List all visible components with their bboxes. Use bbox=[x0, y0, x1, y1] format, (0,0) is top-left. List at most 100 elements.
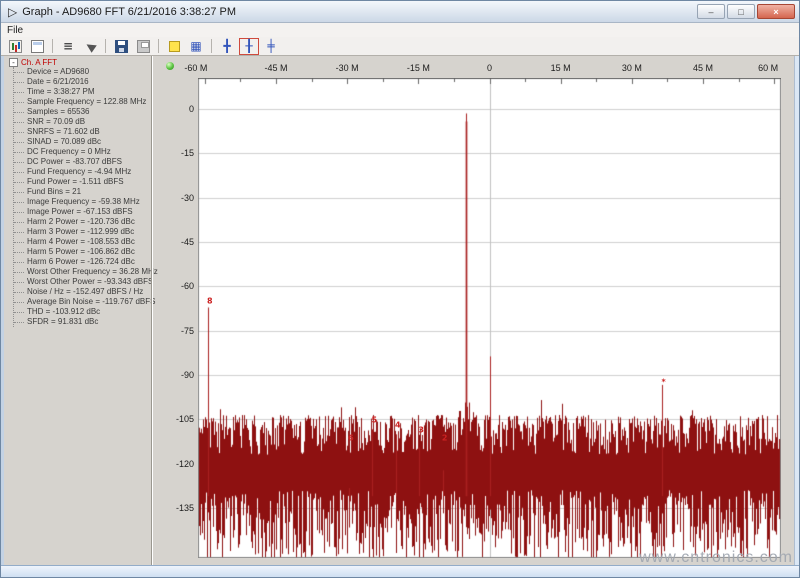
y-axis-tick-label: -60 bbox=[154, 281, 194, 291]
x-axis-tick-label: -60 M bbox=[184, 63, 207, 73]
separator-2 bbox=[105, 39, 106, 53]
watermark: www.cntronics.com bbox=[639, 549, 793, 567]
close-button[interactable]: × bbox=[757, 4, 795, 19]
y-axis-tick-label: -135 bbox=[154, 503, 194, 513]
y-axis-tick-label: -75 bbox=[154, 326, 194, 336]
tree-collapse-icon[interactable]: - bbox=[9, 58, 18, 67]
tree-item[interactable]: Image Frequency = -59.38 MHz bbox=[14, 197, 150, 207]
list-icon-glyph: ≡ bbox=[63, 40, 73, 52]
tree-item[interactable]: Harm 3 Power = -112.999 dBc bbox=[14, 227, 150, 237]
app-window: ▷ Graph - AD9680 FFT 6/21/2016 3:38:27 P… bbox=[0, 0, 800, 578]
cursor-icon[interactable] bbox=[80, 38, 100, 55]
tree-item[interactable]: Sample Frequency = 122.88 MHz bbox=[14, 97, 150, 107]
x-axis-tick-label: 0 bbox=[487, 63, 492, 73]
peak-marker-5: 5 bbox=[372, 416, 378, 425]
save-icon[interactable] bbox=[111, 38, 131, 55]
status-dot bbox=[166, 62, 174, 70]
save-icon-shape bbox=[115, 40, 128, 53]
tree-item[interactable]: Fund Bins = 21 bbox=[14, 187, 150, 197]
pan-icon-glyph: ╋ bbox=[223, 40, 230, 52]
y-axis-tick-label: -30 bbox=[154, 193, 194, 203]
chart-settings-icon[interactable] bbox=[5, 38, 25, 55]
y-axis-tick-label: -120 bbox=[154, 459, 194, 469]
tree-item[interactable]: SNRFS = 71.602 dB bbox=[14, 127, 150, 137]
tree-item[interactable]: Date = 6/21/2016 bbox=[14, 77, 150, 87]
tree-children: Device = AD9680Date = 6/21/2016Time = 3:… bbox=[13, 67, 150, 327]
tree-item[interactable]: SFDR = 91.831 dBc bbox=[14, 317, 150, 327]
x-axis-tick-label: -30 M bbox=[336, 63, 359, 73]
tree-item[interactable]: Image Power = -67.153 dBFS bbox=[14, 207, 150, 217]
window-controls: – □ × bbox=[695, 4, 795, 19]
x-axis-tick-label: 60 M bbox=[758, 63, 778, 73]
peak-marker-*: * bbox=[662, 378, 666, 387]
x-axis-tick-label: 45 M bbox=[693, 63, 713, 73]
minimize-button[interactable]: – bbox=[697, 4, 725, 19]
x-axis-tick-label: -15 M bbox=[407, 63, 430, 73]
export-window-icon[interactable] bbox=[27, 38, 47, 55]
separator-4 bbox=[211, 39, 212, 53]
tree-item[interactable]: Samples = 65536 bbox=[14, 107, 150, 117]
results-tree: - Ch. A FFT Device = AD9680Date = 6/21/2… bbox=[9, 57, 150, 327]
maximize-button[interactable]: □ bbox=[727, 4, 755, 19]
peak-marker-8: 8 bbox=[207, 297, 213, 306]
peak-marker-3: 3 bbox=[418, 426, 424, 435]
tree-item[interactable]: Noise / Hz = -152.497 dBFS / Hz bbox=[14, 287, 150, 297]
tree-item[interactable]: Harm 6 Power = -126.724 dBc bbox=[14, 257, 150, 267]
tree-item[interactable]: SNR = 70.09 dB bbox=[14, 117, 150, 127]
grid-icon[interactable]: ▦ bbox=[186, 38, 206, 55]
note-icon[interactable] bbox=[164, 38, 184, 55]
tree-item[interactable]: Worst Other Power = -93.343 dBFS bbox=[14, 277, 150, 287]
crosshair-tool-icon[interactable]: ╂ bbox=[239, 38, 259, 55]
list-icon[interactable]: ≡ bbox=[58, 38, 78, 55]
axes-tool-icon-glyph: ╪ bbox=[267, 40, 274, 52]
app-logo-icon: ▷ bbox=[8, 6, 17, 18]
toolbar: ≡ ▦ ╋ ╂ ╪ bbox=[1, 37, 799, 56]
x-axis-tick-label: -45 M bbox=[264, 63, 287, 73]
separator-1 bbox=[52, 39, 53, 53]
tree-item[interactable]: Time = 3:38:27 PM bbox=[14, 87, 150, 97]
tree-item[interactable]: Fund Frequency = -4.94 MHz bbox=[14, 167, 150, 177]
y-axis-tick-label: -105 bbox=[154, 414, 194, 424]
peak-marker-6: 6 bbox=[348, 434, 354, 443]
separator-3 bbox=[158, 39, 159, 53]
window-frame-right bbox=[794, 56, 799, 565]
tree-root-row: - Ch. A FFT bbox=[9, 57, 150, 67]
tree-item[interactable]: Harm 2 Power = -120.736 dBc bbox=[14, 217, 150, 227]
export-window-icon-shape bbox=[31, 40, 44, 53]
cursor-icon-shape bbox=[84, 40, 97, 53]
fft-plot-canvas[interactable] bbox=[198, 78, 781, 558]
x-axis-tick-label: 30 M bbox=[622, 63, 642, 73]
y-axis-tick-label: 0 bbox=[154, 104, 194, 114]
tree-item[interactable]: Average Bin Noise = -119.767 dBFS bbox=[14, 297, 150, 307]
tree-root-label[interactable]: Ch. A FFT bbox=[21, 58, 57, 67]
tree-item[interactable]: THD = -103.912 dBc bbox=[14, 307, 150, 317]
tree-item[interactable]: Harm 4 Power = -108.553 dBc bbox=[14, 237, 150, 247]
pan-icon[interactable]: ╋ bbox=[217, 38, 237, 55]
tree-item[interactable]: Harm 5 Power = -106.862 dBc bbox=[14, 247, 150, 257]
tree-item[interactable]: Fund Power = -1.511 dBFS bbox=[14, 177, 150, 187]
grid-icon-glyph: ▦ bbox=[190, 40, 201, 52]
x-axis-tick-label: 15 M bbox=[551, 63, 571, 73]
print-icon[interactable] bbox=[133, 38, 153, 55]
tree-item[interactable]: DC Frequency = 0 MHz bbox=[14, 147, 150, 157]
tree-item[interactable]: DC Power = -83.707 dBFS bbox=[14, 157, 150, 167]
tree-item[interactable]: Device = AD9680 bbox=[14, 67, 150, 77]
menu-bar: File bbox=[1, 23, 799, 37]
window-title: Graph - AD9680 FFT 6/21/2016 3:38:27 PM bbox=[22, 6, 236, 18]
peak-marker-2: 2 bbox=[442, 434, 448, 443]
peak-marker-4: 4 bbox=[395, 421, 401, 430]
title-bar: ▷ Graph - AD9680 FFT 6/21/2016 3:38:27 P… bbox=[1, 1, 799, 23]
crosshair-tool-icon-glyph: ╂ bbox=[245, 40, 252, 52]
note-icon-shape bbox=[169, 41, 180, 52]
panel-splitter[interactable] bbox=[151, 56, 153, 565]
axes-tool-icon[interactable]: ╪ bbox=[261, 38, 281, 55]
tree-item[interactable]: Worst Other Frequency = 36.28 MHz bbox=[14, 267, 150, 277]
content-area: - Ch. A FFT Device = AD9680Date = 6/21/2… bbox=[4, 56, 794, 565]
chart-settings-icon-shape bbox=[9, 40, 22, 53]
y-axis-tick-label: -15 bbox=[154, 148, 194, 158]
y-axis-tick-label: -90 bbox=[154, 370, 194, 380]
menu-file[interactable]: File bbox=[1, 25, 29, 36]
print-icon-shape bbox=[137, 40, 150, 53]
y-axis-tick-label: -45 bbox=[154, 237, 194, 247]
tree-item[interactable]: SINAD = 70.089 dBc bbox=[14, 137, 150, 147]
